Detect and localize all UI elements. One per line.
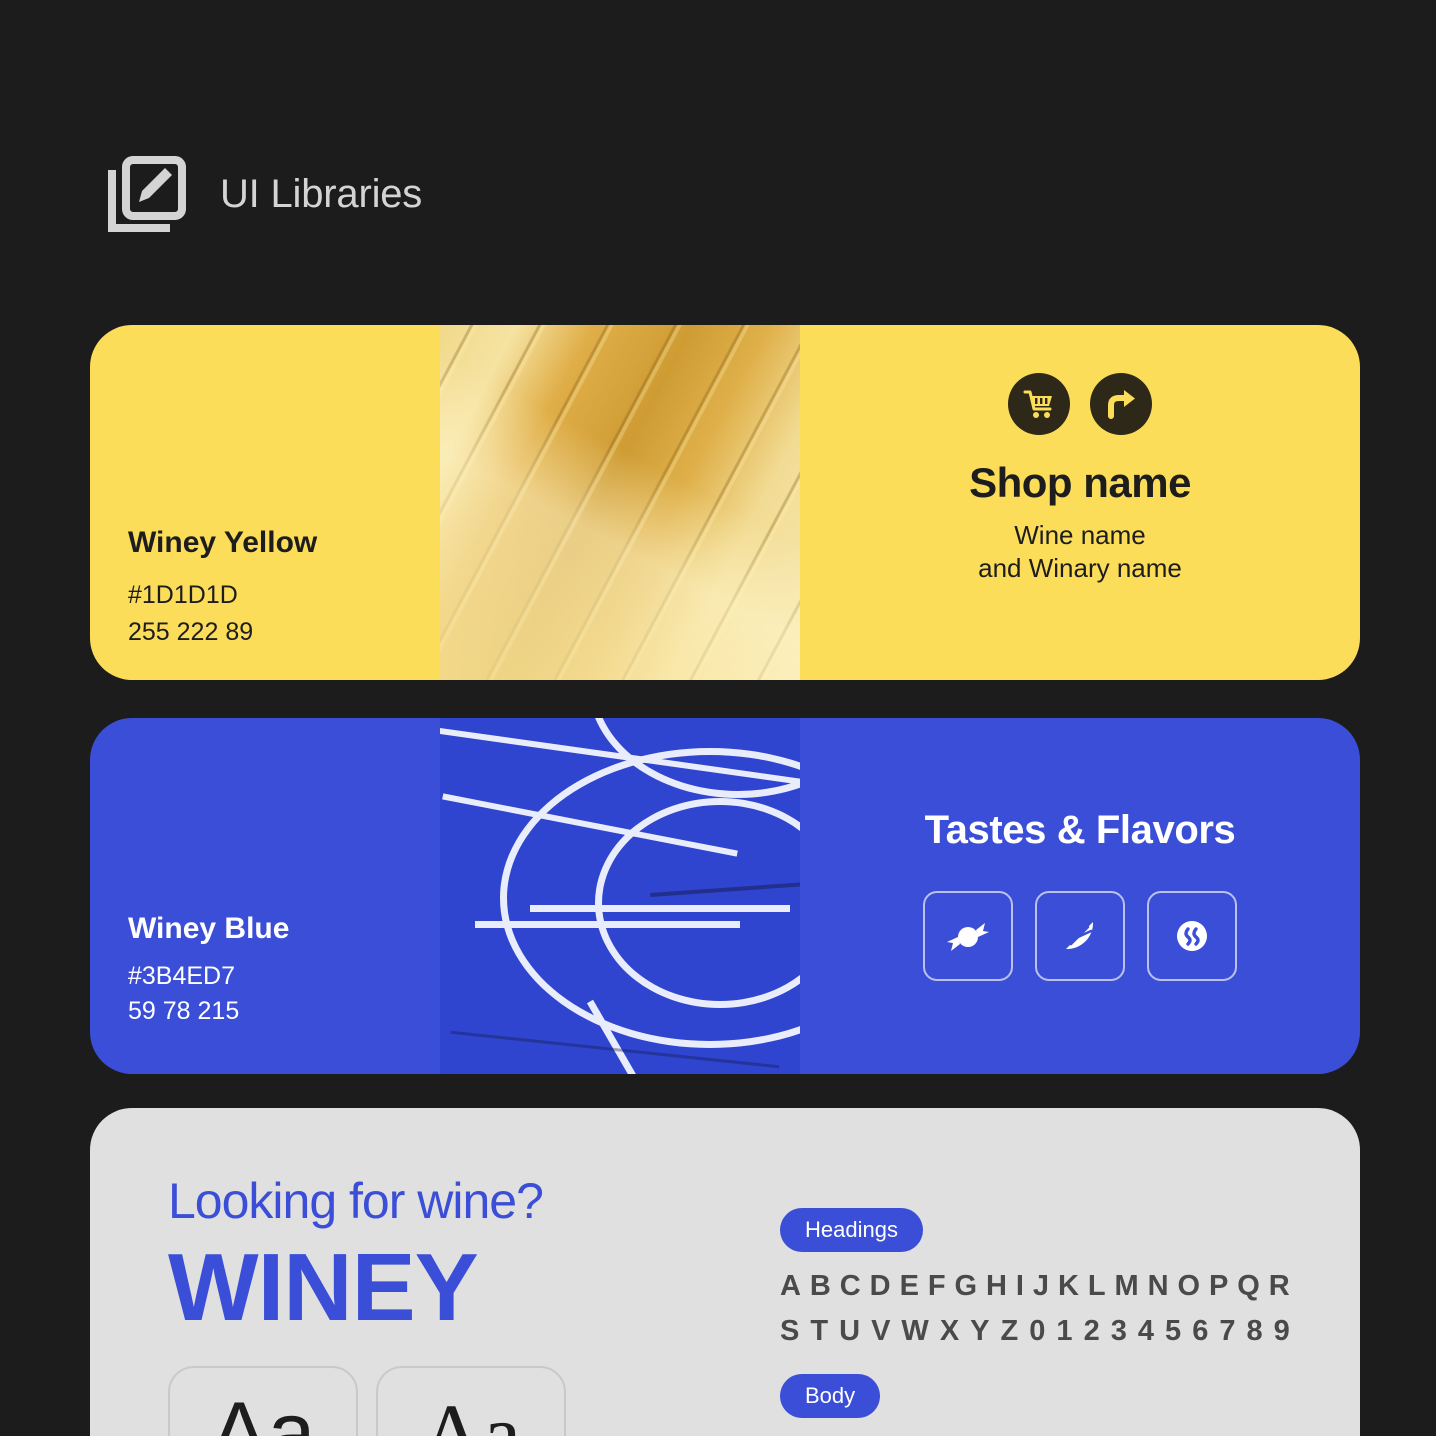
glyph: 0 — [1029, 1315, 1046, 1347]
glyph: 6 — [1192, 1315, 1209, 1347]
type-specimen-box-serif[interactable]: Aa — [376, 1366, 566, 1436]
glyph: 9 — [1273, 1315, 1290, 1347]
share-arrow-icon[interactable] — [1090, 373, 1152, 435]
blue-card-photo — [440, 718, 800, 1074]
glyph: j — [1042, 1432, 1049, 1436]
glyph: 5 — [1165, 1315, 1182, 1347]
glyph: J — [1032, 1270, 1050, 1302]
brand-lockup: Looking for wine? WINEY Aa Aa — [168, 1176, 566, 1436]
glyph: f — [935, 1432, 943, 1436]
glyph: L — [1087, 1270, 1106, 1302]
glyph: F — [927, 1270, 946, 1302]
glyph: b — [811, 1432, 828, 1436]
page-title: UI Libraries — [220, 171, 423, 216]
glyph: I — [1015, 1270, 1024, 1302]
glyph: o — [1186, 1432, 1203, 1436]
shopping-cart-icon[interactable] — [1008, 373, 1070, 435]
glyph: h — [990, 1432, 1007, 1436]
yellow-swatch-hex: #1D1D1D — [128, 581, 238, 609]
yellow-swatch-name: Winey Yellow — [128, 526, 318, 559]
blue-swatch-hex: #3B4ED7 — [128, 962, 236, 990]
glyph: e — [904, 1432, 921, 1436]
shop-name-text: Shop name — [969, 459, 1191, 506]
blue-swatch-name: Winey Blue — [128, 912, 290, 945]
glyph: r — [1280, 1432, 1290, 1436]
headings-badge: Headings — [780, 1208, 923, 1252]
body-alphabet-row-1: a b c d e f g h i j k l m n o p q r — [780, 1432, 1290, 1436]
flavor-icon-row — [800, 891, 1360, 981]
glyph: 2 — [1083, 1315, 1100, 1347]
glyph: C — [839, 1270, 861, 1302]
yellow-card-photo — [440, 325, 800, 680]
blue-sports-court-photo — [440, 718, 800, 1074]
glyph: H — [986, 1270, 1007, 1302]
glyph: 3 — [1110, 1315, 1127, 1347]
glyph: V — [871, 1315, 891, 1347]
glyph: Z — [1000, 1315, 1019, 1347]
glyph: p — [1217, 1432, 1234, 1436]
tagline-text: Looking for wine? — [168, 1173, 544, 1229]
glyph: k — [1064, 1432, 1079, 1436]
blue-swatch-rgb: 59 78 215 — [128, 997, 240, 1025]
glyph: D — [869, 1270, 891, 1302]
glyph: Q — [1237, 1270, 1260, 1302]
glyph: K — [1057, 1270, 1079, 1302]
glyph: R — [1268, 1270, 1290, 1302]
glyph: 4 — [1137, 1315, 1155, 1347]
glyph: 7 — [1219, 1315, 1236, 1347]
glyph: d — [872, 1432, 889, 1436]
glyph: S — [780, 1315, 800, 1347]
blue-color-card[interactable]: Winey Blue #3B4ED7 59 78 215 Tastes & Fl… — [90, 718, 1360, 1074]
citrus-slice-icon[interactable] — [1035, 891, 1125, 981]
shop-action-row — [800, 373, 1360, 435]
edit-image-icon — [106, 152, 190, 236]
body-badge: Body — [780, 1374, 881, 1418]
glyph: c — [843, 1432, 858, 1436]
candy-icon[interactable] — [923, 891, 1013, 981]
wooden-planks-photo — [440, 325, 800, 680]
glyph: E — [899, 1270, 919, 1302]
headings-alphabet-row-1: ABCDEFGHIJKLMNOPQR — [780, 1270, 1290, 1303]
glyph: n — [1154, 1432, 1171, 1436]
glyph: 1 — [1056, 1315, 1073, 1347]
glyph: M — [1114, 1270, 1139, 1302]
glyph: T — [810, 1315, 829, 1347]
glyph: G — [954, 1270, 978, 1302]
glyph: B — [809, 1270, 831, 1302]
glyph: N — [1147, 1270, 1169, 1302]
glyph: A — [780, 1270, 801, 1302]
page-root: UI Libraries Winey Yellow #1D1D1D 255 22… — [0, 0, 1436, 1436]
winary-name-text: and Winary name — [978, 552, 1182, 583]
glyph: U — [839, 1315, 861, 1347]
headings-alphabet-row-2: STUVWXYZ0123456789 — [780, 1315, 1290, 1348]
typography-card[interactable]: Looking for wine? WINEY Aa Aa Headings A… — [90, 1108, 1360, 1436]
glyph: X — [939, 1315, 960, 1347]
flavors-panel: Tastes & Flavors — [800, 718, 1360, 1074]
headings-specimen: ABCDEFGHIJKLMNOPQR STUVWXYZ0123456789 — [780, 1270, 1290, 1348]
glyph: m — [1115, 1432, 1140, 1436]
glyph: Y — [970, 1315, 990, 1347]
shop-preview-panel: Shop name Wine name and Winary name — [800, 325, 1360, 680]
type-specimen-row: Aa Aa — [168, 1366, 566, 1436]
glyph: O — [1177, 1270, 1201, 1302]
typography-specimen: Headings ABCDEFGHIJKLMNOPQR STUVWXYZ0123… — [780, 1208, 1290, 1436]
yellow-swatch-info: Winey Yellow #1D1D1D 255 222 89 — [90, 325, 440, 680]
blue-swatch-info: Winey Blue #3B4ED7 59 78 215 — [90, 718, 440, 1074]
wine-name-text: Wine name — [1014, 520, 1146, 551]
glyph: 8 — [1246, 1315, 1263, 1347]
type-specimen-box-sans[interactable]: Aa — [168, 1366, 358, 1436]
glyph: i — [1021, 1432, 1028, 1436]
wordmark-text: WINEY — [168, 1234, 479, 1341]
yellow-color-card[interactable]: Winey Yellow #1D1D1D 255 222 89 Shop nam… — [90, 325, 1360, 680]
flavors-title: Tastes & Flavors — [924, 808, 1236, 852]
page-header: UI Libraries — [106, 152, 422, 236]
glyph: P — [1209, 1270, 1229, 1302]
yellow-swatch-rgb: 255 222 89 — [128, 618, 254, 646]
glyph: l — [1093, 1432, 1100, 1436]
glyph: a — [780, 1432, 797, 1436]
glyph: W — [901, 1315, 929, 1347]
smoke-circle-icon[interactable] — [1147, 891, 1237, 981]
glyph: q — [1249, 1432, 1266, 1436]
glyph: g — [958, 1432, 975, 1436]
